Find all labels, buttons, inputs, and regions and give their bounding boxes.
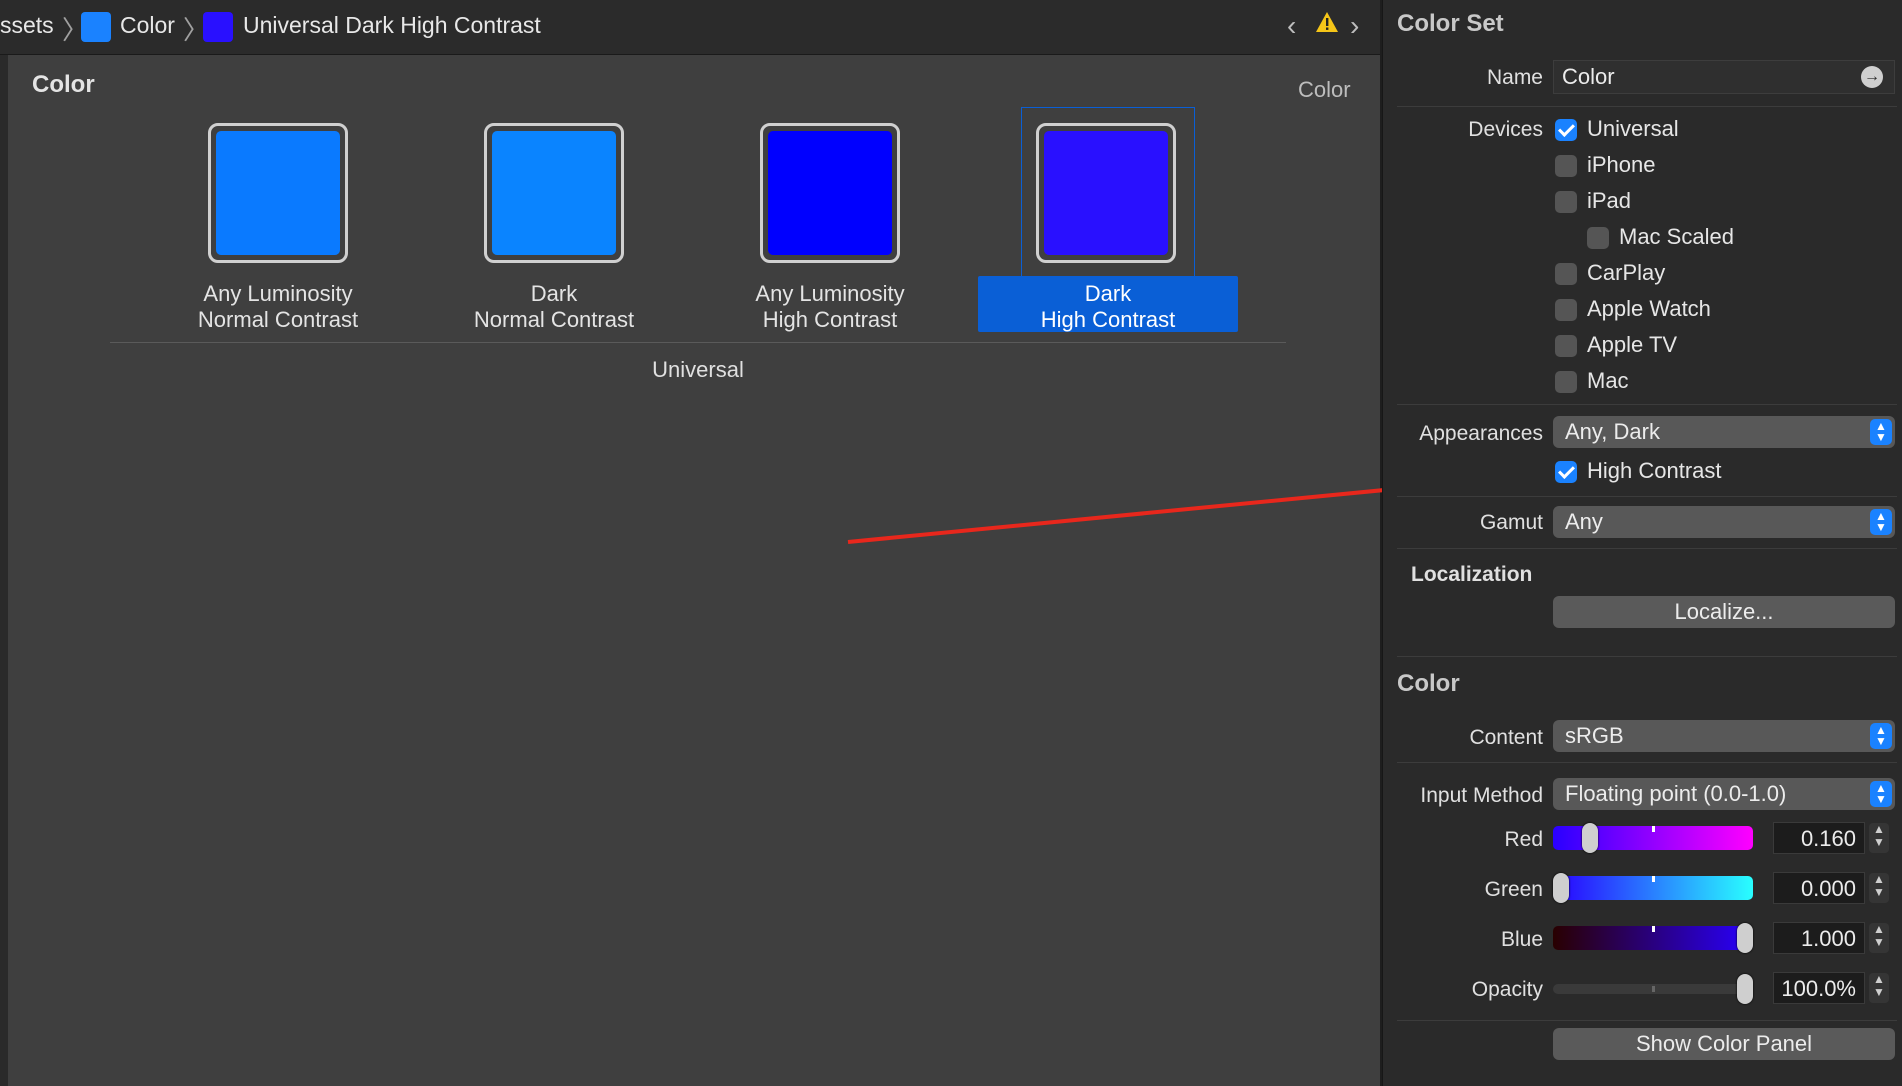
green-slider[interactable]	[1553, 873, 1753, 903]
blue-slider[interactable]	[1553, 923, 1753, 953]
localize-button[interactable]: Localize...	[1553, 596, 1895, 628]
separator	[1397, 548, 1897, 549]
slider-midpoint-tick	[1652, 986, 1655, 992]
gamut-label: Gamut	[1479, 511, 1543, 534]
content-value: sRGB	[1565, 723, 1624, 748]
red-value-field[interactable]: 0.160	[1773, 822, 1865, 854]
blue-value-field[interactable]: 1.000	[1773, 922, 1865, 954]
updown-chevron-icon: ▲ ▼	[1870, 781, 1892, 807]
devices-label: Devices	[1468, 118, 1543, 141]
blue-slider-knob[interactable]	[1737, 923, 1753, 953]
appearances-popup[interactable]: Any, Dark ▲ ▼	[1553, 416, 1895, 448]
checkbox-carplay[interactable]	[1555, 263, 1577, 285]
opacity-label: Opacity	[1471, 978, 1543, 1001]
section-title-color: Color	[1397, 670, 1460, 697]
checkbox-label-mac: Mac	[1587, 368, 1629, 393]
content-label: Content	[1469, 726, 1543, 749]
checkbox-apple-watch[interactable]	[1555, 299, 1577, 321]
opacity-value-field[interactable]: 100.0%	[1773, 972, 1865, 1004]
checkbox-label-apple-tv: Apple TV	[1587, 332, 1678, 357]
checkbox-label-carplay: CarPlay	[1587, 260, 1666, 285]
checkbox-mac-scaled[interactable]	[1587, 227, 1609, 249]
checkbox-label-high-contrast: High Contrast	[1587, 458, 1722, 483]
appearances-label: Appearances	[1419, 422, 1543, 445]
green-value-field[interactable]: 0.000	[1773, 872, 1865, 904]
show-color-panel-button[interactable]: Show Color Panel	[1553, 1028, 1895, 1060]
gamut-popup[interactable]: Any ▲ ▼	[1553, 506, 1895, 538]
opacity-stepper[interactable]: ▲ ▼	[1869, 973, 1889, 1003]
red-slider[interactable]	[1553, 823, 1753, 853]
slider-midpoint-tick	[1652, 876, 1655, 882]
arrow-circle-icon[interactable]: →	[1861, 66, 1883, 88]
checkbox-apple-tv[interactable]	[1555, 335, 1577, 357]
checkbox-label-mac-scaled: Mac Scaled	[1619, 224, 1734, 249]
separator	[1397, 656, 1897, 657]
green-slider-knob[interactable]	[1553, 873, 1569, 903]
slider-midpoint-tick	[1652, 826, 1655, 832]
input-method-label: Input Method	[1420, 784, 1543, 807]
slider-midpoint-tick	[1652, 926, 1655, 932]
blue-stepper[interactable]: ▲ ▼	[1869, 923, 1889, 953]
checkbox-universal[interactable]	[1555, 119, 1577, 141]
blue-label: Blue	[1500, 928, 1543, 951]
red-slider-knob[interactable]	[1582, 823, 1599, 853]
attributes-inspector: Color Set Name Color → Devices Universal…	[1382, 0, 1902, 1086]
localization-label: Localization	[1411, 563, 1533, 586]
input-method-popup[interactable]: Floating point (0.0-1.0) ▲ ▼	[1553, 778, 1895, 810]
checkbox-mac[interactable]	[1555, 371, 1577, 393]
separator	[1397, 404, 1897, 405]
opacity-slider[interactable]	[1553, 974, 1753, 1004]
red-stepper[interactable]: ▲ ▼	[1869, 823, 1889, 853]
input-method-value: Floating point (0.0-1.0)	[1565, 781, 1787, 806]
checkbox-iphone[interactable]	[1555, 155, 1577, 177]
opacity-slider-knob[interactable]	[1737, 974, 1753, 1004]
separator	[1397, 1020, 1897, 1021]
updown-chevron-icon: ▲ ▼	[1870, 723, 1892, 749]
appearances-value: Any, Dark	[1565, 419, 1660, 444]
checkbox-label-apple-watch: Apple Watch	[1587, 296, 1711, 321]
red-label: Red	[1504, 828, 1543, 851]
updown-chevron-icon: ▲ ▼	[1870, 419, 1892, 445]
checkbox-label-universal: Universal	[1587, 116, 1679, 141]
checkbox-label-iphone: iPhone	[1587, 152, 1656, 177]
name-label: Name	[1486, 66, 1543, 89]
name-field[interactable]: Color	[1553, 60, 1895, 94]
green-stepper[interactable]: ▲ ▼	[1869, 873, 1889, 903]
updown-chevron-icon: ▲ ▼	[1870, 509, 1892, 535]
gamut-value: Any	[1565, 509, 1603, 534]
section-title-color-set: Color Set	[1397, 10, 1504, 37]
separator	[1397, 106, 1897, 107]
content-popup[interactable]: sRGB ▲ ▼	[1553, 720, 1895, 752]
green-label: Green	[1484, 878, 1543, 901]
checkbox-ipad[interactable]	[1555, 191, 1577, 213]
checkbox-high-contrast[interactable]	[1555, 461, 1577, 483]
checkbox-label-ipad: iPad	[1587, 188, 1632, 213]
separator	[1397, 496, 1897, 497]
separator	[1397, 762, 1897, 763]
